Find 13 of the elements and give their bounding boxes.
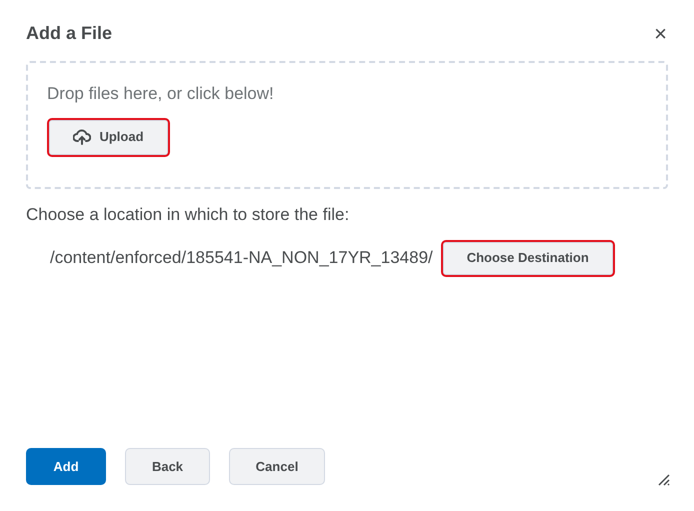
dropzone-prompt: Drop files here, or click below! bbox=[47, 83, 275, 105]
dialog-title: Add a File bbox=[26, 22, 112, 45]
resize-handle-icon[interactable] bbox=[658, 474, 670, 486]
close-button[interactable]: × bbox=[654, 22, 667, 44]
destination-path: /content/enforced/185541-NA_NON_17YR_13489/ bbox=[50, 247, 433, 270]
location-label: Choose a location in which to store the file: bbox=[26, 204, 350, 226]
secondary-button[interactable]: Cancel bbox=[229, 448, 325, 485]
primary-button[interactable]: Add bbox=[26, 448, 106, 485]
upload-button[interactable]: Upload bbox=[49, 120, 168, 154]
choose-destination-button[interactable]: Choose Destination bbox=[442, 242, 613, 274]
secondary-button[interactable]: Back bbox=[125, 448, 210, 485]
cloud-upload-icon bbox=[73, 129, 92, 145]
dropzone[interactable]: Drop files here, or click below! Upload bbox=[26, 61, 668, 189]
